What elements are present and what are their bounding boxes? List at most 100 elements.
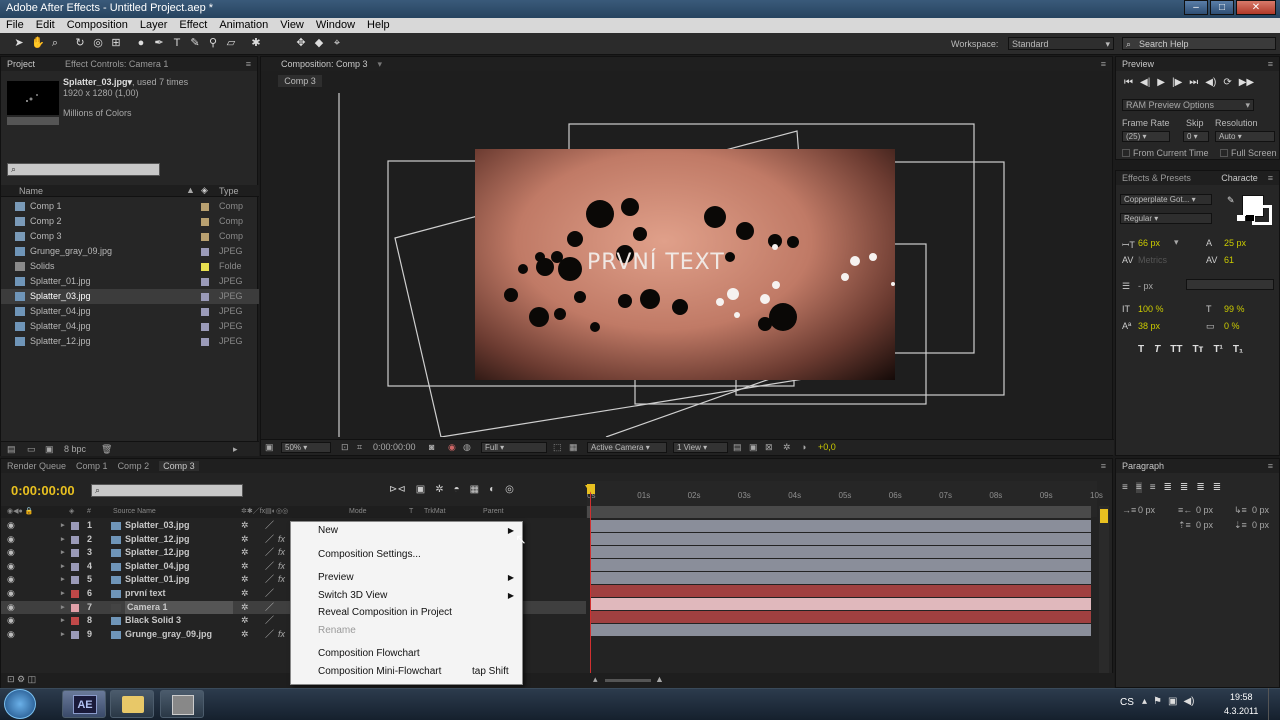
layer-name[interactable]: Splatter_12.jpg <box>125 533 190 546</box>
shy-icon[interactable]: ✲ <box>241 628 249 641</box>
label-color-swatch[interactable] <box>201 323 209 331</box>
first-frame-icon[interactable]: ⏮ <box>1124 77 1133 88</box>
loop-icon[interactable]: ⟳ <box>1223 77 1231 88</box>
panel-menu-icon[interactable]: ≡ <box>1268 461 1273 471</box>
col-mode[interactable]: Mode <box>349 506 367 518</box>
brush-tool-icon[interactable]: ✎ <box>189 37 201 49</box>
label-color-swatch[interactable] <box>201 263 209 271</box>
black-swatch[interactable] <box>1246 215 1254 221</box>
context-menu-item[interactable]: Switch 3D View ▶ <box>291 587 522 605</box>
shy-icon[interactable]: ✲ <box>241 533 249 546</box>
label-color-swatch[interactable] <box>71 535 79 544</box>
eye-visibility-icon[interactable]: ◉ <box>7 519 15 532</box>
transparency-grid-icon[interactable]: ▦ <box>569 440 578 455</box>
quality-icon[interactable]: ／ <box>265 601 274 614</box>
expand-arrow-icon[interactable]: ▸ <box>61 560 65 573</box>
label-color-swatch[interactable] <box>71 522 79 530</box>
layer-duration-bar[interactable] <box>591 546 1091 558</box>
tab-project[interactable]: Project <box>7 59 35 69</box>
layer-name[interactable]: Splatter_03.jpg <box>125 519 190 532</box>
shy-icon[interactable]: ✲ <box>241 519 249 532</box>
menu-view[interactable]: View <box>280 18 304 33</box>
tab-effects-presets[interactable]: Effects & Presets <box>1122 173 1191 183</box>
vertical-scale-value[interactable]: 100 % <box>1138 304 1164 314</box>
label-color-swatch[interactable] <box>201 308 209 316</box>
align-left-icon[interactable]: ≡ <box>1122 482 1128 493</box>
project-item[interactable]: Splatter_03.jpg JPEG <box>1 289 259 304</box>
context-menu-item[interactable]: New ▶ <box>291 522 522 540</box>
leading-value[interactable]: 25 px <box>1224 238 1246 248</box>
fx-icon[interactable]: fx <box>278 628 285 641</box>
color-management-icon[interactable]: ◍ <box>463 440 471 455</box>
label-color-swatch[interactable] <box>71 630 79 639</box>
world-axis-icon[interactable]: ◆ <box>313 37 325 49</box>
timeline-icon[interactable]: ⊠ <box>765 440 773 455</box>
fast-previews-icon[interactable]: ▣ <box>749 440 758 455</box>
indent-first-value[interactable]: 0 px <box>1252 505 1269 515</box>
tab-comp-2[interactable]: Comp 2 <box>118 461 150 471</box>
action-center-icon[interactable]: ⚑ <box>1153 696 1162 707</box>
quality-icon[interactable]: ／ <box>265 614 274 627</box>
layer-duration-bar[interactable] <box>591 559 1091 571</box>
clock-time[interactable]: 19:58 <box>1230 692 1253 702</box>
fx-icon[interactable]: fx <box>278 546 285 559</box>
justify-all-icon[interactable]: ≣ <box>1213 482 1221 493</box>
camera-view-select[interactable]: Active Camera ▾ <box>587 442 667 453</box>
eye-visibility-icon[interactable]: ◉ <box>7 601 15 614</box>
label-color-swatch[interactable] <box>71 589 79 598</box>
shy-icon[interactable]: ✲ <box>241 560 249 573</box>
tsume-value[interactable]: 0 % <box>1224 321 1240 331</box>
layer-duration-bar[interactable] <box>591 598 1091 610</box>
align-right-icon[interactable]: ≡ <box>1150 482 1156 493</box>
zoom-slider[interactable] <box>605 679 651 682</box>
shy-icon[interactable]: ✲ <box>241 573 249 586</box>
eye-visibility-icon[interactable]: ◉ <box>7 560 15 573</box>
indent-right-value[interactable]: 0 px <box>1196 505 1213 515</box>
safe-zones-icon[interactable]: ⊡ <box>341 440 349 455</box>
eye-visibility-icon[interactable]: ◉ <box>7 628 15 641</box>
eraser-tool-icon[interactable]: ▱ <box>225 37 237 49</box>
fx-icon[interactable]: fx <box>278 560 285 573</box>
shy-icon[interactable]: ✲ <box>241 601 249 614</box>
hand-tool-icon[interactable]: ✋ <box>31 37 45 49</box>
taskbar-app[interactable] <box>160 690 204 718</box>
expand-arrow-icon[interactable]: ▸ <box>61 614 65 627</box>
mask-view-icon[interactable]: ⌗ <box>357 440 362 455</box>
search-help-input[interactable]: ⌕ Search Help <box>1122 37 1276 50</box>
timeline-search-input[interactable]: ⌕ <box>91 484 243 497</box>
eye-visibility-icon[interactable]: ◉ <box>7 614 15 627</box>
volume-icon[interactable]: ◀) <box>1183 696 1194 707</box>
pan-behind-icon[interactable]: ⊞ <box>110 37 122 49</box>
stroke-color-swatch[interactable] <box>1252 205 1272 225</box>
layer-name[interactable]: Grunge_gray_09.jpg <box>125 628 212 641</box>
live-update-icon[interactable]: ▣ <box>416 484 425 495</box>
small-caps-icon[interactable]: Tт <box>1192 344 1203 355</box>
expand-arrow-icon[interactable]: ▸ <box>61 587 65 600</box>
panel-menu-icon[interactable]: ≡ <box>246 59 251 69</box>
menu-help[interactable]: Help <box>367 18 390 33</box>
layer-duration-bar[interactable] <box>591 572 1091 584</box>
taskbar-after-effects[interactable]: AE <box>62 690 106 718</box>
type-tool-icon[interactable]: T <box>171 37 183 49</box>
prev-frame-icon[interactable]: ◀| <box>1140 77 1150 88</box>
layer-duration-bar[interactable] <box>591 611 1091 623</box>
tab-preview[interactable]: Preview <box>1122 59 1154 69</box>
interpret-footage-icon[interactable]: ▤ <box>7 444 16 455</box>
zoom-tool-icon[interactable]: ⌕ <box>49 37 61 49</box>
menu-layer[interactable]: Layer <box>140 18 168 33</box>
show-channel-icon[interactable]: ◉ <box>448 440 456 455</box>
space-after-value[interactable]: 0 px <box>1252 520 1269 530</box>
tab-comp-1[interactable]: Comp 1 <box>76 461 108 471</box>
tab-character[interactable]: Characte <box>1221 173 1258 183</box>
tab-effect-controls[interactable]: Effect Controls: Camera 1 <box>65 59 168 69</box>
next-frame-icon[interactable]: |▶ <box>1172 77 1182 88</box>
draft-3d-icon[interactable]: ✲ <box>435 484 443 495</box>
quality-icon[interactable]: ／ <box>265 533 274 546</box>
frame-blending-icon[interactable]: ▦ <box>470 484 479 495</box>
menu-composition[interactable]: Composition <box>67 18 128 33</box>
rotate-tool-icon[interactable]: ↻ <box>74 37 86 49</box>
project-item[interactable]: Splatter_12.jpg JPEG <box>1 334 259 349</box>
context-menu-item[interactable]: Preview ▶ <box>291 569 522 587</box>
layer-name[interactable]: Splatter_12.jpg <box>125 546 190 559</box>
lock-icon[interactable]: ▾ <box>378 59 383 70</box>
